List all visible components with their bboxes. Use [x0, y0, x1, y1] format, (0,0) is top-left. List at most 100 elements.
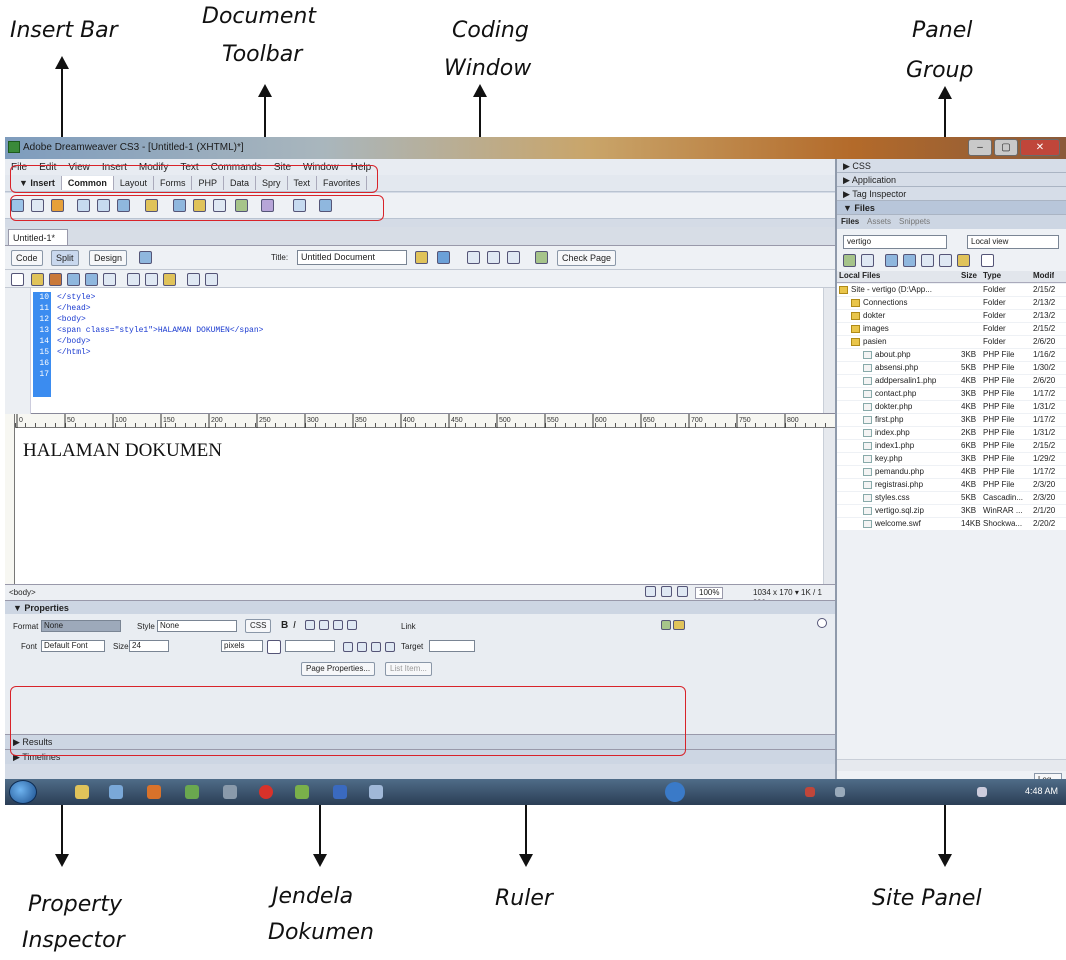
italic-icon[interactable]: I [293, 620, 296, 631]
volume-icon[interactable] [977, 787, 987, 797]
file-row[interactable]: pasien Folder 2/6/20 [837, 336, 1066, 348]
browse-bridge-icon[interactable] [49, 273, 62, 286]
panel-tag-inspector[interactable]: ▶ Tag Inspector [837, 187, 1066, 201]
maximize-button[interactable]: ▢ [994, 139, 1018, 156]
size-select[interactable]: 24 [129, 640, 169, 652]
paste-icon[interactable] [163, 273, 176, 286]
assets-tab[interactable]: Assets [867, 217, 891, 226]
code-scrollbar[interactable] [823, 288, 835, 413]
firefox-icon[interactable] [147, 785, 161, 799]
snippets-tab[interactable]: Snippets [899, 217, 930, 226]
font-select[interactable]: Default Font [41, 640, 105, 652]
unordered-list-icon[interactable] [343, 642, 353, 652]
chrome-icon[interactable] [185, 785, 199, 799]
hand-tool-icon[interactable] [661, 586, 672, 597]
zoom-select[interactable]: 100% [695, 587, 724, 599]
dreamweaver-taskbar-icon[interactable] [295, 785, 309, 799]
file-row[interactable]: index1.php 6KB PHP File 2/15/2 [837, 440, 1066, 452]
check-out-icon[interactable] [921, 254, 934, 267]
file-row[interactable]: styles.css 5KB Cascadin... 2/3/20 [837, 492, 1066, 504]
antivirus-icon[interactable] [805, 787, 815, 797]
cut-icon[interactable] [127, 273, 140, 286]
winamp-icon[interactable] [223, 785, 237, 799]
col-local-files[interactable]: Local Files [839, 271, 880, 280]
system-clock[interactable]: 4:48 AM [1025, 786, 1058, 796]
color-input[interactable] [285, 640, 335, 652]
code-view-button[interactable]: Code [11, 250, 43, 266]
file-row[interactable]: Site - vertigo (D:\App... Folder 2/15/2 [837, 284, 1066, 296]
outdent-icon[interactable] [371, 642, 381, 652]
panel-application[interactable]: ▶ Application [837, 173, 1066, 187]
code-window[interactable]: 10 11 12 13 14 15 16 17 </style> </head>… [5, 288, 835, 414]
list-item-button[interactable]: List Item... [385, 662, 432, 676]
file-row[interactable]: key.php 3KB PHP File 1/29/2 [837, 453, 1066, 465]
file-row[interactable]: addpersalin1.php 4KB PHP File 2/6/20 [837, 375, 1066, 387]
design-view-button[interactable]: Design [89, 250, 128, 266]
file-row[interactable]: vertigo.sql.zip 3KB WinRAR ... 2/1/20 [837, 505, 1066, 517]
browse-folder-icon[interactable] [673, 620, 685, 630]
split-view-button[interactable]: Split [51, 250, 79, 266]
expand-icon[interactable] [981, 254, 994, 267]
save-icon[interactable] [67, 273, 80, 286]
style-select[interactable]: None [157, 620, 237, 632]
view-select[interactable]: Local view [967, 235, 1059, 249]
ordered-list-icon[interactable] [357, 642, 367, 652]
page-title-input[interactable]: Untitled Document [297, 250, 407, 265]
file-row[interactable]: welcome.swf 14KB Shockwa... 2/20/2 [837, 518, 1066, 530]
print-icon[interactable] [103, 273, 116, 286]
synchronize-icon[interactable] [957, 254, 970, 267]
point-to-file-icon[interactable] [661, 620, 671, 630]
file-row[interactable]: contact.php 3KB PHP File 1/17/2 [837, 388, 1066, 400]
word-icon[interactable] [333, 785, 347, 799]
check-in-icon[interactable] [939, 254, 952, 267]
panel-css[interactable]: ▶ CSS [837, 159, 1066, 173]
zoom-tool-icon[interactable] [677, 586, 688, 597]
start-button[interactable] [9, 780, 37, 804]
help-icon[interactable] [817, 618, 827, 628]
get-files-icon[interactable] [885, 254, 898, 267]
file-row[interactable]: dokter Folder 2/13/2 [837, 310, 1066, 322]
col-type[interactable]: Type [983, 271, 1001, 280]
files-scrollbar[interactable] [837, 759, 1066, 771]
file-row[interactable]: dokter.php 4KB PHP File 1/31/2 [837, 401, 1066, 413]
minimize-button[interactable]: – [968, 139, 992, 156]
file-row[interactable]: Connections Folder 2/13/2 [837, 297, 1066, 309]
file-row[interactable]: first.php 3KB PHP File 1/17/2 [837, 414, 1066, 426]
put-files-icon[interactable] [903, 254, 916, 267]
preview-browser-icon[interactable] [437, 251, 450, 264]
close-button[interactable]: ✕ [1020, 139, 1060, 156]
align-center-icon[interactable] [319, 620, 329, 630]
units-select[interactable]: pixels [221, 640, 263, 652]
file-row[interactable]: registrasi.php 4KB PHP File 2/3/20 [837, 479, 1066, 491]
copy-icon[interactable] [145, 273, 158, 286]
format-select[interactable]: None [41, 620, 121, 632]
redo-icon[interactable] [205, 273, 218, 286]
new-icon[interactable] [11, 273, 24, 286]
page-properties-button[interactable]: Page Properties... [301, 662, 376, 676]
opera-icon[interactable] [259, 785, 273, 799]
file-row[interactable]: index.php 2KB PHP File 1/31/2 [837, 427, 1066, 439]
select-tool-icon[interactable] [645, 586, 656, 597]
undo-icon[interactable] [187, 273, 200, 286]
design-scrollbar[interactable] [823, 428, 835, 584]
check-page-button[interactable]: Check Page [557, 250, 617, 266]
code-text[interactable]: </style> </head> <body> <span class="sty… [57, 292, 263, 358]
tray-icon[interactable] [665, 782, 685, 802]
file-row[interactable]: pemandu.php 4KB PHP File 1/17/2 [837, 466, 1066, 478]
file-management-icon[interactable] [415, 251, 428, 264]
visual-aids-icon[interactable] [507, 251, 520, 264]
justify-icon[interactable] [347, 620, 357, 630]
file-row[interactable]: about.php 3KB PHP File 1/16/2 [837, 349, 1066, 361]
tag-selector[interactable]: <body> [9, 588, 36, 597]
files-tab[interactable]: Files [841, 217, 859, 226]
css-button[interactable]: CSS [245, 619, 272, 633]
save-all-icon[interactable] [85, 273, 98, 286]
connect-icon[interactable] [843, 254, 856, 267]
site-select[interactable]: vertigo [843, 235, 947, 249]
document-tab[interactable]: Untitled-1* [8, 229, 68, 245]
document-heading[interactable]: HALAMAN DOKUMEN [23, 440, 222, 462]
validate-icon[interactable] [535, 251, 548, 264]
live-view-icon[interactable] [139, 251, 152, 264]
refresh-icon[interactable] [467, 251, 480, 264]
view-options-icon[interactable] [487, 251, 500, 264]
